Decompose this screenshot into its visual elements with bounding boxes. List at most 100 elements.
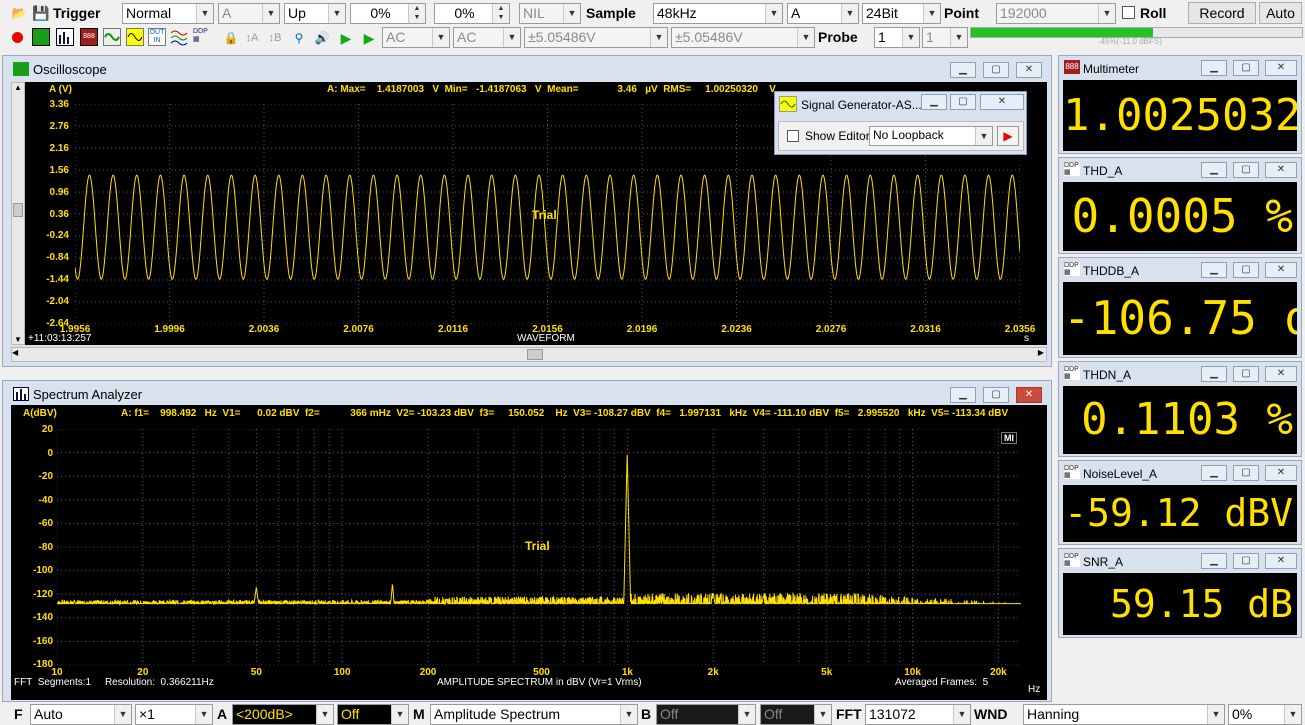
meter-icon: 888 xyxy=(1064,60,1080,74)
y-tick-label: -100 xyxy=(32,565,53,576)
range-a-select[interactable]: ±5.05486V ▼ xyxy=(524,27,668,48)
roll-checkbox[interactable] xyxy=(1122,6,1135,19)
start-generator-button[interactable]: ▶ xyxy=(997,126,1019,146)
auto-button[interactable]: Auto xyxy=(1259,2,1302,24)
maximize-button[interactable]: ▢ xyxy=(1233,162,1259,178)
fft-size-select[interactable]: 131072 ▼ xyxy=(865,704,971,725)
sample-rate-select[interactable]: 48kHz ▼ xyxy=(653,3,783,24)
record-dot-icon[interactable] xyxy=(12,32,23,43)
spectrum-plot[interactable]: A(dBV) A: f1= 998.492 Hz V1= 0.02 dBV f2… xyxy=(11,405,1047,700)
overlap-select[interactable]: 0% ▼ xyxy=(1228,704,1302,725)
b-off-select-1[interactable]: Off ▼ xyxy=(656,704,756,725)
close-button[interactable]: ✕ xyxy=(1265,262,1297,278)
ddp-icon[interactable]: DDP ▦ xyxy=(193,28,211,46)
f-mode-select[interactable]: Auto ▼ xyxy=(30,704,132,725)
maximize-button[interactable]: ▢ xyxy=(1233,60,1259,76)
save-icon[interactable]: 💾 xyxy=(32,4,50,22)
sample-channel-select[interactable]: A ▼ xyxy=(787,3,859,24)
spin-arrows-icon[interactable]: ▲ ▼ xyxy=(492,4,509,23)
maximize-button[interactable]: ▢ xyxy=(1233,465,1259,481)
bit-depth-select[interactable]: 24Bit ▼ xyxy=(862,3,941,24)
loopback-value: No Loopback xyxy=(873,128,944,142)
meter-window-5: DDP ▦ SNR_A ▁ ▢ ✕ 59.15 dB xyxy=(1058,548,1302,638)
trigger-slope-select[interactable]: Up ▼ xyxy=(284,3,346,24)
horizontal-scrollbar[interactable]: ◀ ▶ xyxy=(11,347,1047,362)
trigger-channel-select[interactable]: A ▼ xyxy=(218,3,280,24)
scroll-right-icon[interactable]: ▶ xyxy=(1038,348,1044,357)
scroll-up-icon[interactable]: ▲ xyxy=(12,83,24,92)
measure-select[interactable]: Amplitude Spectrum ▼ xyxy=(430,704,638,725)
y-tick-label: 0.36 xyxy=(49,208,69,220)
probe-tool-icon[interactable]: ⚲ xyxy=(290,29,308,47)
play-step-icon[interactable]: ▶ xyxy=(360,29,378,47)
nil-select[interactable]: NIL ▼ xyxy=(519,3,581,24)
loopback-select[interactable]: No Loopback ▼ xyxy=(869,126,993,146)
scroll-down-icon[interactable]: ▼ xyxy=(12,335,24,344)
minimize-button[interactable]: ▁ xyxy=(1201,465,1227,481)
signal-gen-icon[interactable] xyxy=(103,28,121,46)
b-off-select-2[interactable]: Off ▼ xyxy=(760,704,832,725)
scope-mode-icon[interactable] xyxy=(32,28,50,46)
range-value: <200dB> xyxy=(236,706,293,722)
trigger-level-spinner[interactable]: 0% ▲ ▼ xyxy=(350,3,426,24)
meter-mode-icon[interactable]: 888 xyxy=(80,28,98,46)
record-button[interactable]: Record xyxy=(1188,2,1256,24)
minimize-button[interactable]: ▁ xyxy=(1201,366,1227,382)
probe-a-select[interactable]: 1 ▼ xyxy=(874,27,920,48)
cursor-b-icon[interactable]: ↕B xyxy=(266,29,284,47)
close-button[interactable]: ✕ xyxy=(1016,387,1042,403)
close-button[interactable]: ✕ xyxy=(1265,162,1297,178)
trigger-mode-select[interactable]: Normal ▼ xyxy=(122,3,214,24)
speaker-icon[interactable]: 🔊 xyxy=(313,29,331,47)
minimize-button[interactable]: ▁ xyxy=(1201,553,1227,569)
scroll-left-icon[interactable]: ◀ xyxy=(12,348,18,357)
maximize-button[interactable]: ▢ xyxy=(1233,366,1259,382)
spin-arrows-icon[interactable]: ▲ ▼ xyxy=(408,4,425,23)
spectrum-mode-icon[interactable] xyxy=(56,28,74,46)
minimize-button[interactable]: ▁ xyxy=(1201,60,1227,76)
minimize-button[interactable]: ▁ xyxy=(921,94,947,110)
range-select[interactable]: <200dB> ▼ xyxy=(232,704,334,725)
cursor-a-icon[interactable]: ↕A xyxy=(243,29,261,47)
minimize-button[interactable]: ▁ xyxy=(1201,162,1227,178)
points-select[interactable]: 192000 ▼ xyxy=(996,3,1116,24)
maximize-button[interactable]: ▢ xyxy=(1233,262,1259,278)
output-icon[interactable]: OUT IN xyxy=(148,28,166,46)
close-button[interactable]: ✕ xyxy=(1265,465,1297,481)
vertical-scrollbar[interactable]: ▲ ▼ xyxy=(11,82,25,345)
close-button[interactable]: ✕ xyxy=(1016,62,1042,78)
zoom-select[interactable]: ×1 ▼ xyxy=(135,704,213,725)
close-button[interactable]: ✕ xyxy=(1265,60,1297,76)
spectrum-title-bar[interactable]: Spectrum Analyzer xyxy=(3,381,1051,405)
window-select[interactable]: Hanning ▼ xyxy=(1023,704,1225,725)
minimize-button[interactable]: ▁ xyxy=(950,387,976,403)
play-icon[interactable]: ▶ xyxy=(337,29,355,47)
oscilloscope-title-bar[interactable]: Oscilloscope xyxy=(3,56,1051,80)
lock-icon[interactable]: 🔒 xyxy=(222,29,240,47)
multi-wave-icon[interactable] xyxy=(170,28,188,46)
sine-icon[interactable] xyxy=(126,28,144,46)
scroll-thumb[interactable] xyxy=(527,349,543,360)
range-b-select[interactable]: ±5.05486V ▼ xyxy=(671,27,815,48)
maximize-button[interactable]: ▢ xyxy=(983,387,1009,403)
spectrum-icon xyxy=(13,387,29,401)
open-folder-icon[interactable]: 📂 xyxy=(10,4,28,22)
probe-b-select[interactable]: 1 ▼ xyxy=(922,27,968,48)
pre-trigger-spinner[interactable]: 0% ▲ ▼ xyxy=(434,3,510,24)
close-button[interactable]: ✕ xyxy=(1265,553,1297,569)
close-button[interactable]: ✕ xyxy=(1265,366,1297,382)
maximize-button[interactable]: ▢ xyxy=(950,94,976,110)
coupling-a-select[interactable]: AC ▼ xyxy=(382,27,450,48)
x-tick-label: 2k xyxy=(707,667,719,678)
show-editor-checkbox[interactable] xyxy=(787,130,799,142)
maximize-button[interactable]: ▢ xyxy=(983,62,1009,78)
minimize-button[interactable]: ▁ xyxy=(950,62,976,78)
maximize-button[interactable]: ▢ xyxy=(1233,553,1259,569)
coupling-b-select[interactable]: AC ▼ xyxy=(453,27,521,48)
scroll-thumb[interactable] xyxy=(13,203,23,217)
minimize-button[interactable]: ▁ xyxy=(1201,262,1227,278)
meter-window-3: DDP ▦ THDN_A ▁ ▢ ✕ 0.1103 % xyxy=(1058,361,1302,457)
b-off-value-1: Off xyxy=(660,706,679,722)
a-off-select[interactable]: Off ▼ xyxy=(337,704,409,725)
close-button[interactable]: ✕ xyxy=(980,94,1024,110)
